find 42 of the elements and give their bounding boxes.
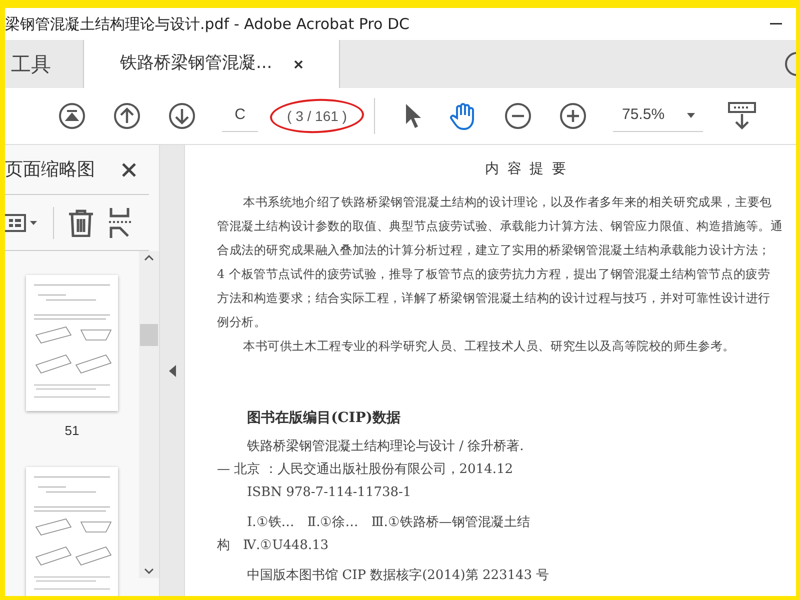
paragraph-line: 本书可供土木工程专业的科学研究人员、工程技术人员、研究生以及高等院校的师生参考。	[242, 338, 736, 355]
zoom-in-icon[interactable]	[559, 102, 587, 130]
close-icon[interactable]	[121, 162, 137, 178]
help-icon[interactable]	[784, 51, 796, 77]
cip-line: 构 Ⅳ.①U448.13	[217, 537, 330, 555]
paragraph-line: 管混凝土结构设计参数的取值、典型节点疲劳试验、承载能力计算方法、钢管应力限值、构造措施等。通	[217, 218, 784, 235]
scroll-down-icon[interactable]	[144, 568, 154, 574]
caret-icon	[687, 113, 695, 118]
page-thumbnail[interactable]	[26, 466, 118, 596]
scroll-up-icon[interactable]	[144, 255, 154, 261]
zoom-dropdown[interactable]: 75.5%	[613, 100, 703, 132]
minimize-icon[interactable]	[770, 23, 782, 25]
cip-line: 中国版本图书馆 CIP 数据核字(2014)第 223143 号	[246, 567, 550, 585]
paragraph-line: 4 个板管节点试件的疲劳试验，推导了板管节点的疲劳抗力方程，提出了钢管混凝土结构管节点的疲劳	[217, 266, 772, 283]
section-heading: 内 容 提 要	[484, 160, 570, 179]
options-icon[interactable]	[5, 212, 39, 232]
window-title: 梁钢管混凝土结构理论与设计.pdf - Adobe Acrobat Pro DC	[5, 14, 410, 35]
paragraph-line: 方法和构造要求；结合实际工程，详解了桥梁钢管混凝土结构的设计过程与技巧，并对可靠性设计进行	[217, 290, 772, 307]
hand-icon[interactable]	[449, 102, 477, 130]
trash-icon[interactable]	[68, 208, 94, 236]
pointer-icon[interactable]	[404, 103, 422, 129]
page-number-field[interactable]: C	[222, 100, 258, 132]
tab[interactable]: 铁路桥梁钢管混凝...	[83, 40, 340, 88]
collapse-panel-icon[interactable]	[168, 364, 176, 376]
page-count: ( 3 / 161 )	[287, 106, 347, 126]
panel-title: 页面缩略图	[5, 158, 95, 182]
cip-line: — 北京 ：人民交通出版社股份有限公司，2014.12	[217, 461, 514, 479]
first-page-icon[interactable]	[58, 102, 86, 130]
page-label: 51	[64, 422, 80, 440]
paragraph-line: 例分析。	[217, 314, 268, 331]
cip-line: 铁路桥梁钢管混凝土结构理论与设计 / 徐升桥著.	[246, 438, 525, 456]
paragraph-line: 合成法的研究成果融入叠加法的计算分析过程，建立了实用的桥梁钢管混凝土结构承载能力设计方法；	[217, 242, 772, 259]
cip-line: Ⅰ.①铁… Ⅱ.①徐… Ⅲ.①铁路桥—钢管混凝土结	[246, 514, 531, 532]
scrollbar-thumb[interactable]	[140, 324, 158, 346]
page-thumbnail[interactable]	[26, 275, 118, 411]
close-tab-icon[interactable]	[294, 60, 304, 68]
crop-pages-icon[interactable]	[108, 208, 132, 238]
keyboard-download-icon[interactable]	[728, 102, 756, 130]
zoom-out-icon[interactable]	[504, 102, 532, 130]
cip-heading: 图书在版编目(CIP)数据	[246, 409, 402, 428]
paragraph-line: 本书系统地介绍了铁路桥梁钢管混凝土结构的设计理论，以及作者多年来的相关研究成果，主要包	[242, 194, 773, 211]
cip-line: ISBN 978-7-114-11738-1	[246, 484, 412, 502]
